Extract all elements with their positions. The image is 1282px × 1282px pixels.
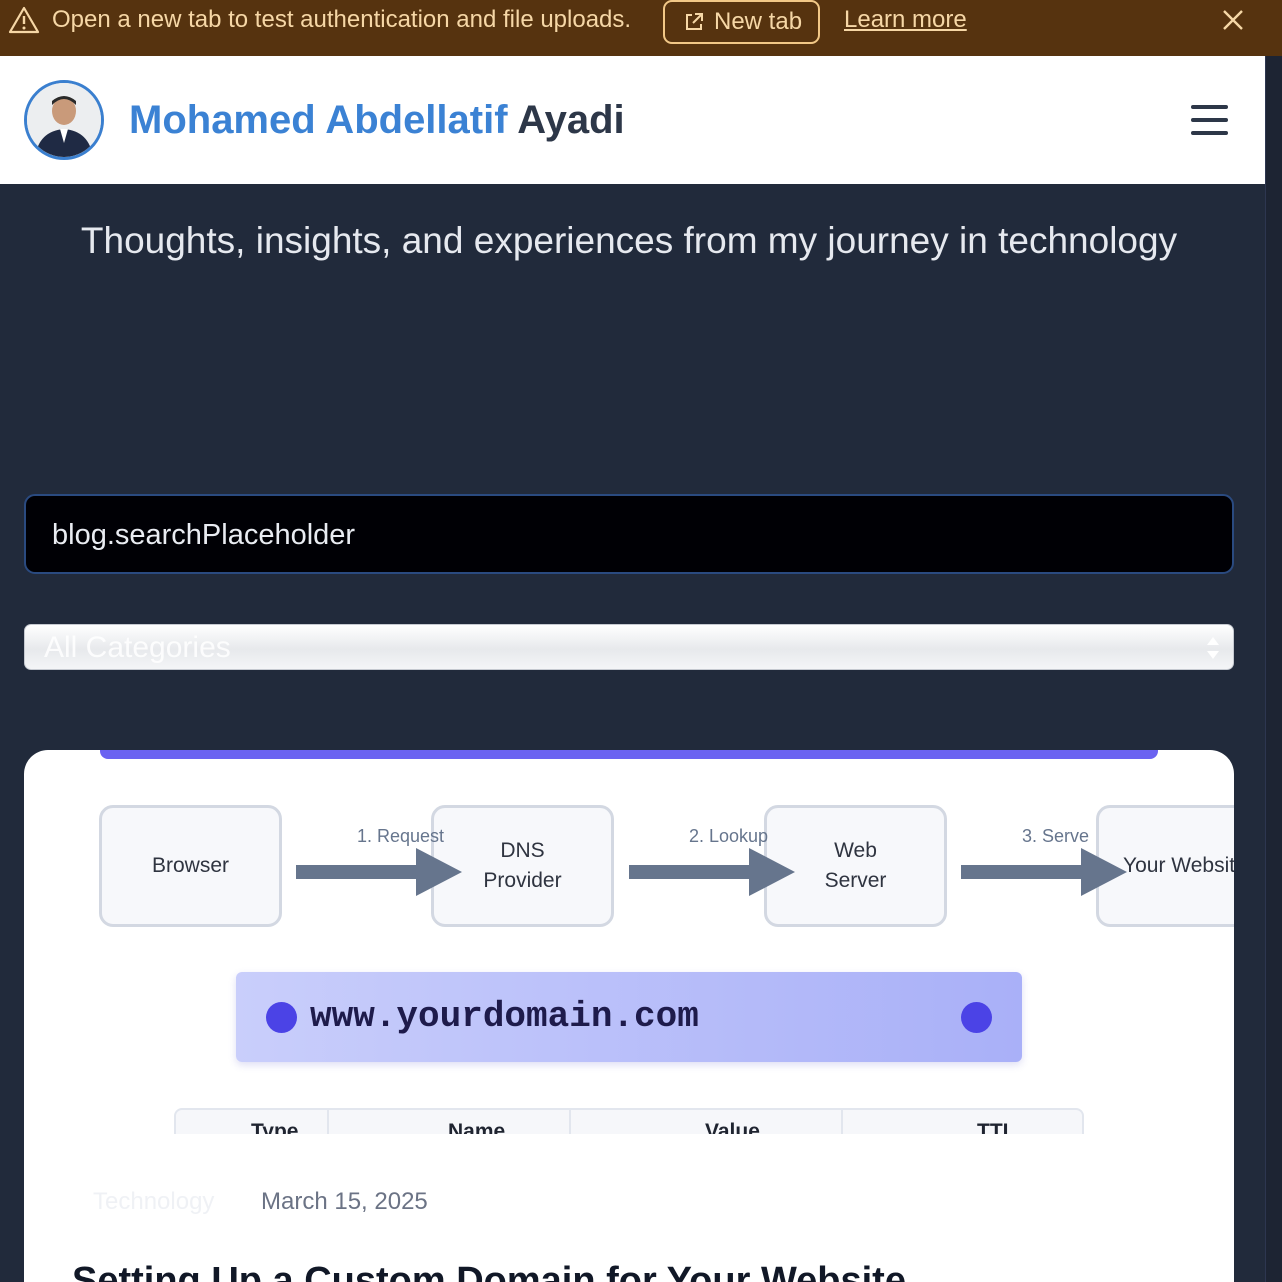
- table-divider: [569, 1110, 571, 1134]
- hamburger-menu-icon[interactable]: [1187, 102, 1233, 138]
- table-header-ttl: TTL: [977, 1120, 1016, 1134]
- category-select-value: All Categories: [44, 631, 231, 664]
- post-meta: Technology March 15, 2025: [93, 1187, 428, 1217]
- site-title[interactable]: Mohamed Abdellatif Ayadi: [129, 96, 625, 144]
- table-header-value: Value: [705, 1120, 760, 1134]
- table-divider: [327, 1110, 329, 1134]
- diagram-step-3: 3. Serve: [1022, 826, 1090, 846]
- scrollbar[interactable]: [1265, 56, 1282, 1282]
- diagram-arrow-3: [961, 865, 1081, 879]
- diagram-step-2: 2. Lookup: [689, 826, 769, 846]
- domain-bar: www.yourdomain.com: [236, 972, 1022, 1062]
- search-input[interactable]: blog.searchPlaceholder: [24, 494, 1234, 574]
- name-first: Mohamed Abdellatif: [129, 98, 508, 142]
- diagram-arrow-1: [296, 865, 416, 879]
- dot-icon: [961, 1002, 992, 1033]
- image-top-bar: [100, 750, 1158, 759]
- diagram-node-webserver-label: Web Server: [824, 839, 887, 892]
- banner-message: Open a new tab to test authentication an…: [52, 6, 632, 33]
- name-last: Ayadi: [517, 98, 625, 142]
- warning-icon: [8, 6, 40, 34]
- close-icon[interactable]: [1218, 5, 1248, 35]
- diagram-node-browser: Browser: [99, 805, 282, 927]
- diagram-arrow-2: [629, 865, 749, 879]
- site-header: Mohamed Abdellatif Ayadi: [0, 56, 1265, 184]
- info-banner: Open a new tab to test authentication an…: [0, 0, 1282, 56]
- post-date: March 15, 2025: [261, 1188, 428, 1215]
- diagram-node-dns-label: DNS Provider: [483, 839, 562, 892]
- select-arrows-icon: [1205, 631, 1221, 665]
- post-title[interactable]: Setting Up a Custom Domain for Your Webs…: [72, 1258, 906, 1282]
- diagram-arrowhead-1: [416, 848, 462, 896]
- diagram-arrowhead-3: [1081, 848, 1127, 896]
- category-select[interactable]: All Categories: [24, 624, 1234, 670]
- diagram-arrowhead-2: [749, 848, 795, 896]
- category-badge[interactable]: Technology: [93, 1188, 214, 1215]
- blog-post-card[interactable]: Browser DNS Provider Web Server Your Web…: [24, 750, 1234, 1282]
- dns-record-table: Type Name Value TTL: [174, 1108, 1084, 1134]
- diagram-step-1: 1. Request: [357, 826, 445, 846]
- page-tagline: Thoughts, insights, and experiences from…: [80, 220, 1178, 261]
- table-header-type: Type: [251, 1120, 299, 1134]
- table-header-name: Name: [448, 1120, 506, 1134]
- new-tab-button[interactable]: New tab: [663, 0, 820, 44]
- table-divider: [841, 1110, 843, 1134]
- dot-icon: [266, 1002, 297, 1033]
- search-input-value: blog.searchPlaceholder: [52, 519, 356, 551]
- learn-more-link[interactable]: Learn more: [844, 6, 967, 34]
- external-link-icon: [686, 13, 703, 30]
- avatar[interactable]: [24, 80, 104, 160]
- domain-text: www.yourdomain.com: [310, 996, 699, 1037]
- new-tab-label: New tab: [714, 8, 803, 35]
